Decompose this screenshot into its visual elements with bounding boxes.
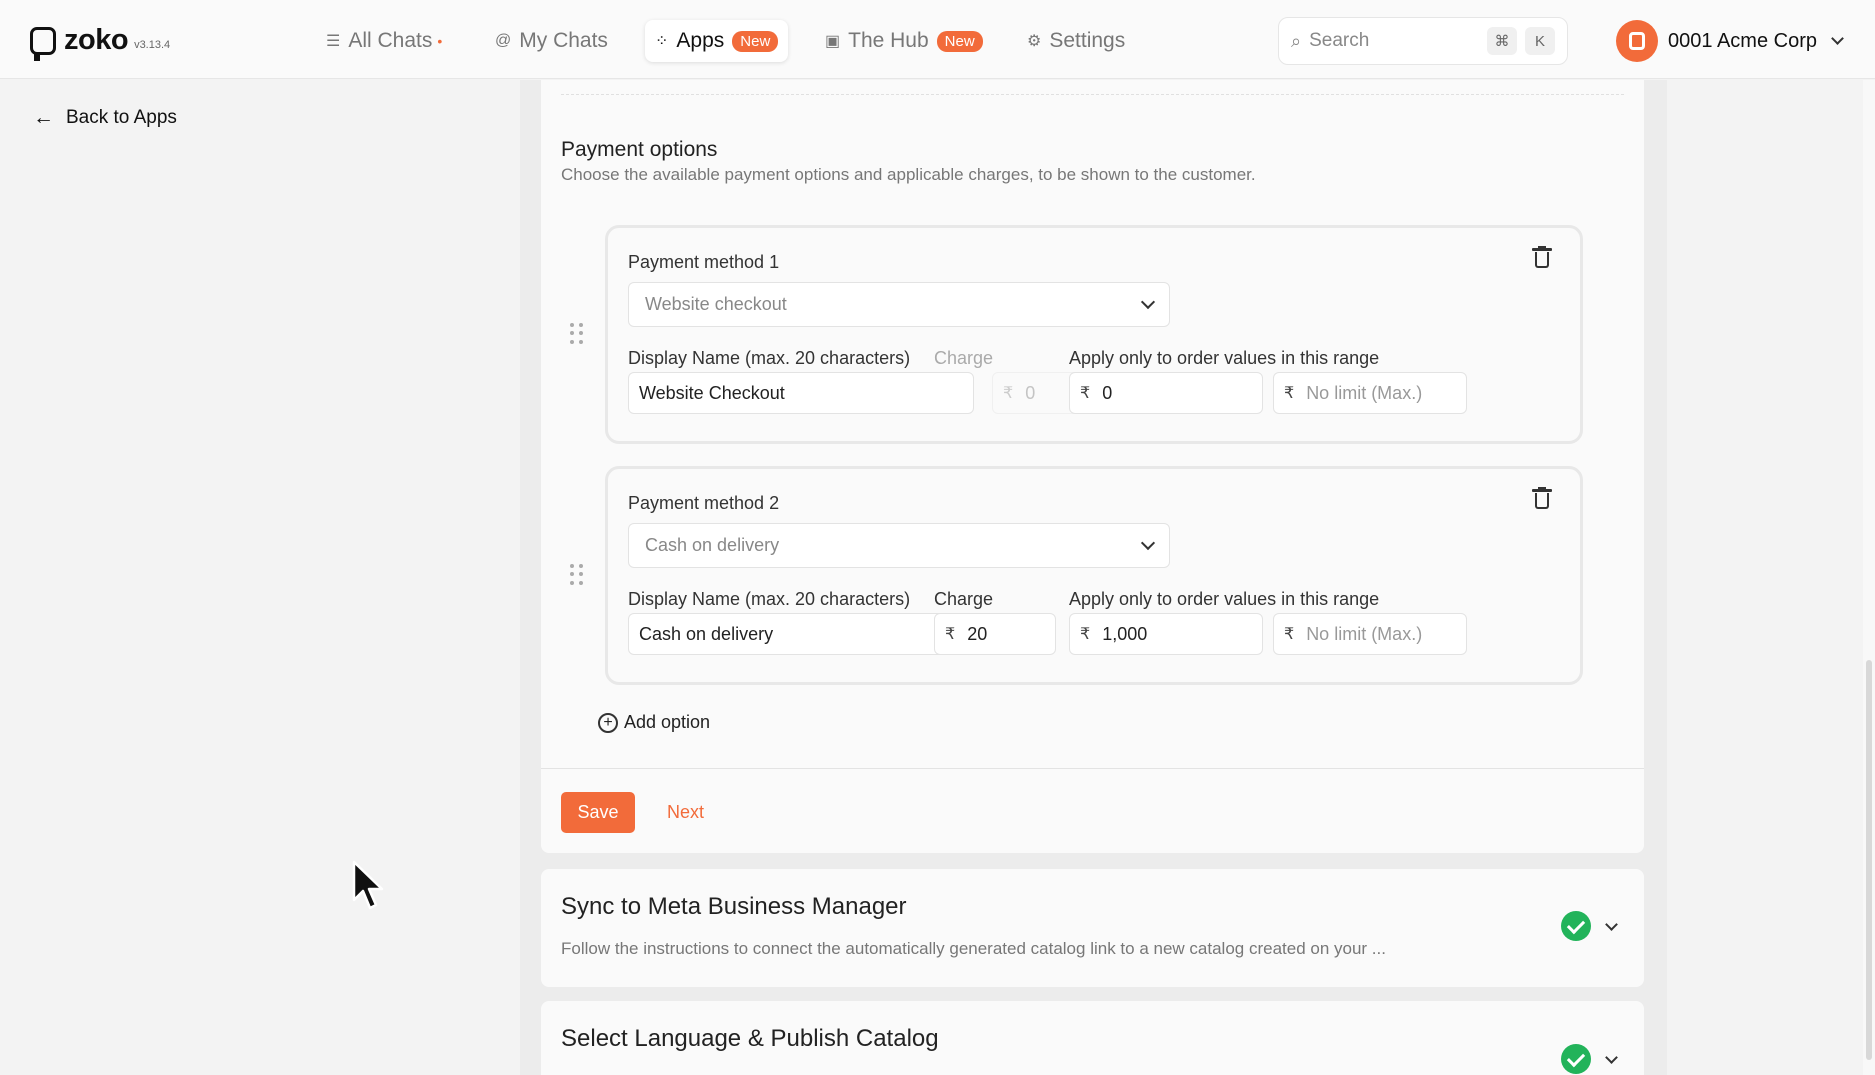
step-title: Sync to Meta Business Manager <box>561 893 907 920</box>
step-description: Follow the instructions to connect the a… <box>561 939 1386 958</box>
shortcut-cmd-key: ⌘ <box>1487 27 1517 55</box>
back-to-apps-link[interactable]: ← Back to Apps <box>33 106 177 130</box>
step-select-language[interactable]: Select Language & Publish Catalog <box>541 1001 1644 1075</box>
delete-icon[interactable] <box>1532 487 1552 509</box>
logo[interactable]: zoko v3.13.4 <box>30 24 171 61</box>
search-icon: ⌕ <box>1291 30 1302 51</box>
step-sync-meta[interactable]: Sync to Meta Business Manager Follow the… <box>541 869 1644 987</box>
method-title: Payment method 2 <box>628 493 780 513</box>
nav-all-chats[interactable]: ☰ All Chats • <box>316 20 452 62</box>
payment-method-card: Payment method 2 Cash on delivery Displa… <box>570 466 1583 685</box>
add-option-label: Add option <box>624 712 711 732</box>
nav-label: All Chats <box>348 29 433 52</box>
nav-settings[interactable]: ⚙ Settings <box>1017 20 1135 62</box>
account-switcher[interactable]: 0001 Acme Corp <box>1616 20 1844 62</box>
save-button[interactable]: Save <box>561 792 635 833</box>
check-circle-icon <box>1561 911 1591 941</box>
payment-options-panel: Payment options Choose the available pay… <box>541 80 1644 853</box>
brand-name: zoko <box>64 24 129 56</box>
range-label: Apply only to order values in this range <box>1069 348 1380 368</box>
next-button[interactable]: Next <box>667 792 704 833</box>
input-value: 20 <box>967 623 988 644</box>
select-value: Cash on delivery <box>645 535 780 555</box>
min-order-input[interactable]: ₹ 1,000 <box>1069 613 1263 655</box>
nav-label: Settings <box>1049 29 1126 52</box>
chevron-down-icon <box>1140 535 1156 551</box>
search-input[interactable]: ⌕ Search ⌘ K <box>1278 17 1568 65</box>
input-placeholder: No limit (Max.) <box>1306 382 1423 403</box>
charge-label: Charge <box>934 589 994 609</box>
range-label: Apply only to order values in this range <box>1069 589 1380 609</box>
select-value: Website checkout <box>645 294 787 314</box>
new-badge: New <box>936 30 983 52</box>
check-circle-icon <box>1561 1044 1591 1074</box>
payment-type-select[interactable]: Cash on delivery <box>628 523 1170 568</box>
max-order-input[interactable]: ₹ No limit (Max.) <box>1273 372 1467 414</box>
input-value: 1,000 <box>1102 623 1148 644</box>
method-title: Payment method 1 <box>628 252 780 272</box>
rupee-icon: ₹ <box>1284 385 1295 402</box>
divider <box>561 94 1624 95</box>
chevron-down-icon <box>1140 294 1156 310</box>
arrow-left-icon: ← <box>33 106 54 129</box>
drag-handle-icon[interactable] <box>570 564 584 586</box>
rupee-icon: ₹ <box>1080 626 1091 643</box>
nav-the-hub[interactable]: ▣ The Hub New <box>815 20 993 62</box>
input-placeholder: No limit (Max.) <box>1306 623 1423 644</box>
max-order-input[interactable]: ₹ No limit (Max.) <box>1273 613 1467 655</box>
input-value: Website Checkout <box>639 382 785 403</box>
chart-icon: ▣ <box>825 33 841 50</box>
nav-apps[interactable]: ⁘ Apps New <box>645 20 789 62</box>
drag-handle-icon[interactable] <box>570 323 584 345</box>
grid-icon: ⁘ <box>655 33 669 50</box>
top-bar: zoko v3.13.4 ☰ All Chats • @ My Chats ⁘ … <box>0 0 1875 79</box>
add-option-button[interactable]: + Add option <box>598 712 710 733</box>
rupee-icon: ₹ <box>1003 385 1014 402</box>
rupee-icon: ₹ <box>1284 626 1295 643</box>
back-label: Back to Apps <box>66 107 177 128</box>
chat-icon <box>1629 32 1645 50</box>
zoko-logo-icon <box>30 26 56 61</box>
nav-label: My Chats <box>519 29 608 52</box>
delete-icon[interactable] <box>1532 246 1552 268</box>
at-icon: @ <box>495 32 512 49</box>
chevron-down-icon <box>1831 32 1844 45</box>
nav-my-chats[interactable]: @ My Chats <box>485 20 618 62</box>
display-name-label: Display Name (max. 20 characters) <box>628 589 911 609</box>
account-avatar <box>1616 20 1658 62</box>
gear-icon: ⚙ <box>1027 33 1042 50</box>
rupee-icon: ₹ <box>945 626 956 643</box>
display-name-label: Display Name (max. 20 characters) <box>628 348 911 368</box>
payment-method-card: Payment method 1 Website checkout Displa… <box>570 225 1583 444</box>
section-title: Payment options <box>561 138 718 161</box>
rupee-icon: ₹ <box>1080 385 1091 402</box>
nav-label: The Hub <box>848 29 929 52</box>
scrollbar[interactable] <box>1866 660 1872 1060</box>
app-version: v3.13.4 <box>134 38 171 51</box>
nav-label: Apps <box>676 29 725 52</box>
payment-type-select[interactable]: Website checkout <box>628 282 1170 327</box>
display-name-input[interactable]: Website Checkout <box>628 372 974 414</box>
charge-label: Charge <box>934 348 994 368</box>
plus-circle-icon: + <box>598 712 618 733</box>
section-description: Choose the available payment options and… <box>561 165 1256 184</box>
divider <box>541 768 1644 769</box>
input-value: 0 <box>1025 382 1036 403</box>
charge-input[interactable]: ₹ 20 <box>934 613 1056 655</box>
account-name: 0001 Acme Corp <box>1668 29 1817 52</box>
min-order-input[interactable]: ₹ 0 <box>1069 372 1263 414</box>
display-name-input[interactable]: Cash on delivery <box>628 613 974 655</box>
shortcut-k-key: K <box>1525 27 1555 55</box>
input-value: Cash on delivery <box>639 623 774 644</box>
search-placeholder: Search <box>1309 30 1370 51</box>
unread-dot-icon: • <box>437 33 443 49</box>
list-icon: ☰ <box>326 33 341 50</box>
step-title: Select Language & Publish Catalog <box>561 1025 939 1052</box>
chevron-down-icon[interactable] <box>1605 918 1618 931</box>
input-value: 0 <box>1102 382 1113 403</box>
new-badge: New <box>732 30 779 52</box>
chevron-down-icon[interactable] <box>1605 1051 1618 1064</box>
